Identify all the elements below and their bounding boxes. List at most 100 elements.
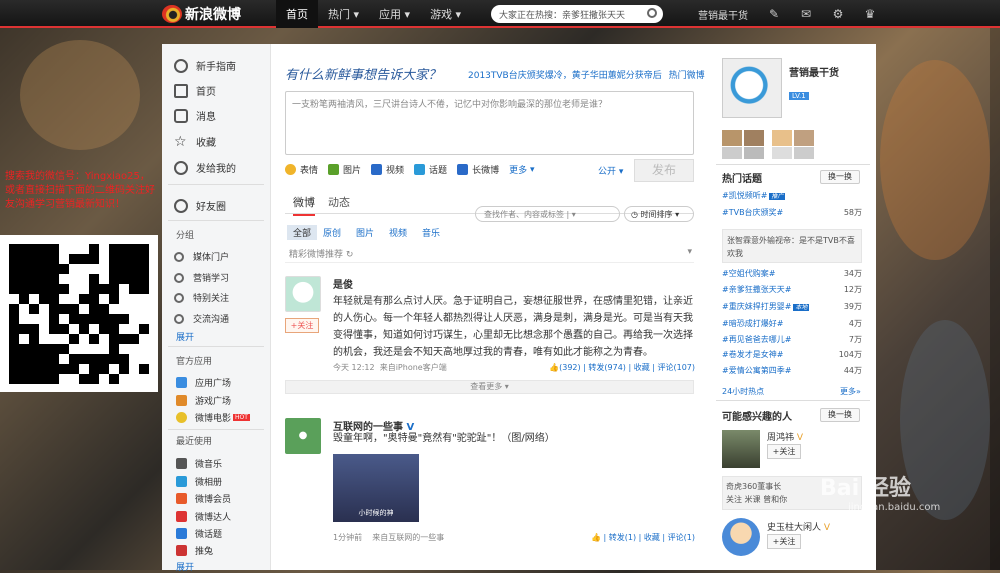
groups-expand-link[interactable]: 展开 <box>176 330 194 343</box>
hot-topic[interactable]: #凯悦频听# 推广 <box>722 190 862 201</box>
favorite-button[interactable]: 收藏 <box>634 363 650 372</box>
nav-hot[interactable]: 热门 ▾ <box>318 0 369 28</box>
recent-item[interactable]: 微相册 <box>176 475 222 488</box>
qr-cell <box>49 294 59 304</box>
group-item[interactable]: 媒体门户 <box>174 250 229 263</box>
recent-item[interactable]: 微博达人 <box>176 510 231 523</box>
hot-topic[interactable]: #重庆妹捍打男婴# 本地 39万 <box>722 301 862 312</box>
swap-topics-button[interactable]: 换一换 <box>820 170 860 184</box>
nav-apps[interactable]: 应用 ▾ <box>369 0 420 28</box>
sidebar-item-favorites[interactable]: ☆ 收藏 <box>174 134 216 150</box>
see-more-bar[interactable]: 查看更多 ▾ <box>285 380 694 394</box>
hot-more-link[interactable]: 更多» <box>840 386 861 397</box>
hot-topic[interactable]: #卷发才是女神# 104万 <box>722 349 862 360</box>
person-name[interactable]: 史玉柱大闲人 V <box>767 520 830 533</box>
feed-search-input[interactable]: 查找作者、内容或标签 | ▾ <box>475 206 620 222</box>
repost-button[interactable]: 转发(974) <box>588 363 626 372</box>
avatar[interactable] <box>285 276 321 312</box>
sidebar-item-friends-circle[interactable]: 好友圈 <box>174 198 226 213</box>
person-name[interactable]: 周鸿祎 V <box>767 430 803 443</box>
filter-music[interactable]: 音乐 <box>422 226 440 239</box>
favorite-button[interactable]: 收藏 <box>644 533 660 542</box>
like-button[interactable]: 👍(392) <box>549 363 580 372</box>
sidebar-item-home[interactable]: 首页 <box>174 83 216 98</box>
nav-games[interactable]: 游戏 ▾ <box>420 0 471 28</box>
edit-icon[interactable]: ✎ <box>758 7 790 21</box>
sidebar-item-messages[interactable]: 消息 <box>174 108 216 123</box>
sidebar-item-guide[interactable]: 新手指南 <box>174 58 236 73</box>
weibo-logo[interactable]: 新浪微博 <box>162 4 241 24</box>
hot-topic[interactable]: #再见爸爸去哪儿# 7万 <box>722 334 862 345</box>
hot-topic[interactable]: #亲爹狂撒张天天# 12万 <box>722 284 862 295</box>
post-source[interactable]: 来自iPhone客户端 <box>380 363 447 372</box>
user-name-link[interactable]: 营销最干货 <box>698 7 748 22</box>
app-item[interactable]: 游戏广场 <box>176 394 231 407</box>
search-icon[interactable] <box>647 8 657 18</box>
recent-item[interactable]: 推兔 <box>176 544 213 557</box>
post-time[interactable]: 今天 12:12 <box>333 363 375 372</box>
like-button[interactable]: 👍 <box>591 533 601 542</box>
post-image[interactable]: 小时候的神 <box>333 454 419 522</box>
video-tool[interactable]: 视频 <box>371 163 404 176</box>
refresh-icon[interactable]: ↻ <box>346 250 354 260</box>
group-item[interactable]: 交流沟通 <box>174 312 229 325</box>
hot-topic[interactable]: #暗恐成打爆好# 4万 <box>722 318 862 329</box>
filter-all[interactable]: 全部 <box>287 225 318 240</box>
search-input[interactable]: 大家正在热搜：亲爹狂撒张天天 <box>491 5 663 23</box>
hot-topic[interactable]: #空姐代购案# 34万 <box>722 268 862 279</box>
gear-icon[interactable]: ⚙ <box>822 7 854 21</box>
emoji-tool[interactable]: 表情 <box>285 163 318 176</box>
follow-button[interactable]: +关注 <box>767 534 801 549</box>
sidebar-item-sent-to-me[interactable]: 发给我的 <box>174 160 236 175</box>
recent-item[interactable]: 微音乐 <box>176 457 222 470</box>
collapse-icon[interactable]: ▾ <box>687 247 692 257</box>
repost-button[interactable]: 转发(1) <box>609 533 636 542</box>
avatar[interactable]: ● <box>285 418 321 454</box>
recent-item[interactable]: 微话题 <box>176 527 222 540</box>
more-tool[interactable]: 更多 ▾ <box>509 163 534 177</box>
post-source[interactable]: 来自互联网的一些事 <box>372 533 444 542</box>
hot-weibo-link[interactable]: 热门微博 <box>669 71 705 81</box>
follow-button[interactable]: +关注 <box>767 444 801 459</box>
hot-topic[interactable]: #TVB台庆颁奖# 58万 <box>722 207 862 218</box>
app-item[interactable]: 应用广场 <box>176 376 231 389</box>
filter-original[interactable]: 原创 <box>323 226 341 239</box>
hot-topic[interactable]: #爱情公寓第四季# 44万 <box>722 365 862 376</box>
hot-topic-link[interactable]: 2013TVB台庆颁奖爆冷，黄子华田蕙妮分获帝后 <box>468 71 662 81</box>
tab-weibo[interactable]: 微博 <box>293 194 315 216</box>
qr-cell <box>29 284 39 294</box>
group-item[interactable]: 营销学习 <box>174 271 229 284</box>
post-time[interactable]: 1分钟前 <box>333 533 362 542</box>
recent-item[interactable]: 微博会员 <box>176 492 231 505</box>
nav-home[interactable]: 首页 <box>276 0 318 28</box>
swap-people-button[interactable]: 换一换 <box>820 408 860 422</box>
long-weibo-tool[interactable]: 长微博 <box>457 163 499 176</box>
mail-icon[interactable]: ✉ <box>790 7 822 21</box>
visibility-select[interactable]: 公开 ▾ <box>598 164 623 177</box>
comment-button[interactable]: 评论(107) <box>657 363 695 372</box>
sort-select[interactable]: ◷ 时间排序 ▾ <box>624 206 694 222</box>
tab-activity[interactable]: 动态 <box>328 194 350 210</box>
scrollbar[interactable] <box>990 28 1000 570</box>
follow-button[interactable]: +关注 <box>285 318 319 333</box>
image-tool[interactable]: 图片 <box>328 163 361 176</box>
person-avatar[interactable] <box>722 430 760 468</box>
topic-tool[interactable]: 话题 <box>414 163 447 176</box>
hot-24h-link[interactable]: 24小时热点 <box>722 386 764 397</box>
post-button[interactable]: 发布 <box>634 159 694 182</box>
person-avatar[interactable] <box>722 518 760 556</box>
post-textarea[interactable]: 一支粉笔两袖清风，三尺讲台诗人不倦，记忆中对你影响最深的那位老师是谁？ <box>285 91 694 155</box>
news-box[interactable]: 张智霖意外输视帝：是不是TVB不喜欢我 <box>722 229 862 263</box>
post-author[interactable]: 是俊 <box>333 276 353 291</box>
skin-icon[interactable]: ♛ <box>854 7 886 21</box>
user-avatar[interactable] <box>722 58 782 118</box>
user-name[interactable]: 营销最干货 <box>789 64 839 79</box>
recent-expand-link[interactable]: 展开 <box>176 560 194 573</box>
filter-image[interactable]: 图片 <box>356 226 374 239</box>
group-item[interactable]: 特别关注 <box>174 291 229 304</box>
filter-video[interactable]: 视频 <box>389 226 407 239</box>
level-badge[interactable]: LV.1 <box>789 92 809 100</box>
video-icon <box>371 164 383 175</box>
app-item[interactable]: 微博电影 HOT <box>176 411 250 424</box>
comment-button[interactable]: 评论(1) <box>668 533 695 542</box>
